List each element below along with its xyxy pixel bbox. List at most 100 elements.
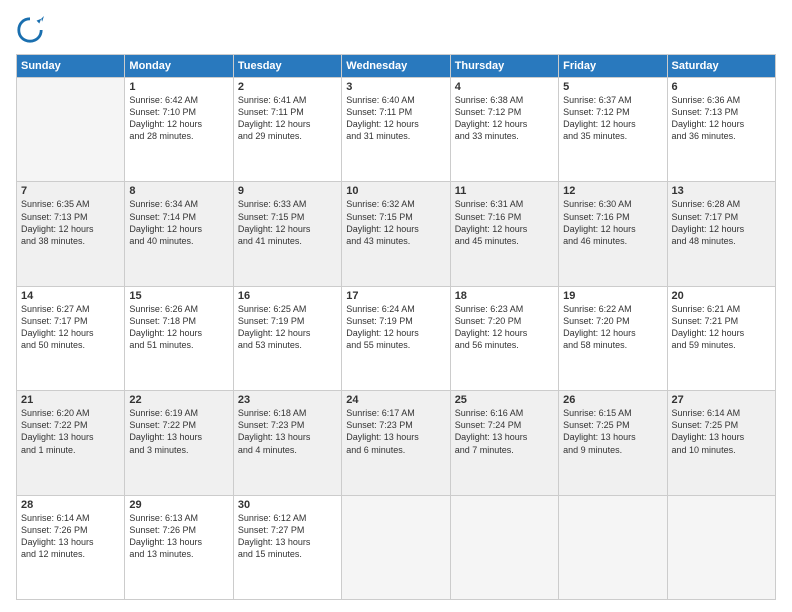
weekday-header-friday: Friday [559, 55, 667, 78]
weekday-header-thursday: Thursday [450, 55, 558, 78]
day-cell: 26Sunrise: 6:15 AM Sunset: 7:25 PM Dayli… [559, 391, 667, 495]
day-cell: 25Sunrise: 6:16 AM Sunset: 7:24 PM Dayli… [450, 391, 558, 495]
day-info: Sunrise: 6:25 AM Sunset: 7:19 PM Dayligh… [238, 303, 337, 352]
day-info: Sunrise: 6:28 AM Sunset: 7:17 PM Dayligh… [672, 198, 771, 247]
day-number: 20 [672, 290, 771, 302]
weekday-header-row: SundayMondayTuesdayWednesdayThursdayFrid… [17, 55, 776, 78]
day-cell: 19Sunrise: 6:22 AM Sunset: 7:20 PM Dayli… [559, 286, 667, 390]
calendar-table: SundayMondayTuesdayWednesdayThursdayFrid… [16, 54, 776, 600]
day-cell: 22Sunrise: 6:19 AM Sunset: 7:22 PM Dayli… [125, 391, 233, 495]
day-cell: 14Sunrise: 6:27 AM Sunset: 7:17 PM Dayli… [17, 286, 125, 390]
day-number: 11 [455, 185, 554, 197]
day-info: Sunrise: 6:36 AM Sunset: 7:13 PM Dayligh… [672, 94, 771, 143]
day-info: Sunrise: 6:14 AM Sunset: 7:25 PM Dayligh… [672, 407, 771, 456]
day-info: Sunrise: 6:18 AM Sunset: 7:23 PM Dayligh… [238, 407, 337, 456]
header [16, 16, 776, 44]
day-number: 23 [238, 394, 337, 406]
day-cell: 9Sunrise: 6:33 AM Sunset: 7:15 PM Daylig… [233, 182, 341, 286]
day-number: 25 [455, 394, 554, 406]
logo-icon [16, 16, 44, 44]
day-cell: 18Sunrise: 6:23 AM Sunset: 7:20 PM Dayli… [450, 286, 558, 390]
day-info: Sunrise: 6:38 AM Sunset: 7:12 PM Dayligh… [455, 94, 554, 143]
day-number: 24 [346, 394, 445, 406]
day-number: 26 [563, 394, 662, 406]
day-number: 15 [129, 290, 228, 302]
day-cell: 3Sunrise: 6:40 AM Sunset: 7:11 PM Daylig… [342, 78, 450, 182]
weekday-header-wednesday: Wednesday [342, 55, 450, 78]
day-info: Sunrise: 6:15 AM Sunset: 7:25 PM Dayligh… [563, 407, 662, 456]
day-number: 5 [563, 81, 662, 93]
day-number: 22 [129, 394, 228, 406]
day-cell [667, 495, 775, 599]
day-number: 16 [238, 290, 337, 302]
day-info: Sunrise: 6:33 AM Sunset: 7:15 PM Dayligh… [238, 198, 337, 247]
day-info: Sunrise: 6:19 AM Sunset: 7:22 PM Dayligh… [129, 407, 228, 456]
logo [16, 16, 50, 44]
day-cell: 29Sunrise: 6:13 AM Sunset: 7:26 PM Dayli… [125, 495, 233, 599]
day-number: 8 [129, 185, 228, 197]
day-number: 30 [238, 499, 337, 511]
day-info: Sunrise: 6:30 AM Sunset: 7:16 PM Dayligh… [563, 198, 662, 247]
day-info: Sunrise: 6:21 AM Sunset: 7:21 PM Dayligh… [672, 303, 771, 352]
day-info: Sunrise: 6:34 AM Sunset: 7:14 PM Dayligh… [129, 198, 228, 247]
week-row-4: 21Sunrise: 6:20 AM Sunset: 7:22 PM Dayli… [17, 391, 776, 495]
day-number: 28 [21, 499, 120, 511]
day-cell: 17Sunrise: 6:24 AM Sunset: 7:19 PM Dayli… [342, 286, 450, 390]
day-cell: 23Sunrise: 6:18 AM Sunset: 7:23 PM Dayli… [233, 391, 341, 495]
day-info: Sunrise: 6:42 AM Sunset: 7:10 PM Dayligh… [129, 94, 228, 143]
day-cell: 12Sunrise: 6:30 AM Sunset: 7:16 PM Dayli… [559, 182, 667, 286]
day-cell: 10Sunrise: 6:32 AM Sunset: 7:15 PM Dayli… [342, 182, 450, 286]
day-cell: 7Sunrise: 6:35 AM Sunset: 7:13 PM Daylig… [17, 182, 125, 286]
weekday-header-saturday: Saturday [667, 55, 775, 78]
day-info: Sunrise: 6:31 AM Sunset: 7:16 PM Dayligh… [455, 198, 554, 247]
day-info: Sunrise: 6:17 AM Sunset: 7:23 PM Dayligh… [346, 407, 445, 456]
day-cell [450, 495, 558, 599]
day-cell: 13Sunrise: 6:28 AM Sunset: 7:17 PM Dayli… [667, 182, 775, 286]
day-info: Sunrise: 6:26 AM Sunset: 7:18 PM Dayligh… [129, 303, 228, 352]
day-cell [559, 495, 667, 599]
day-cell: 8Sunrise: 6:34 AM Sunset: 7:14 PM Daylig… [125, 182, 233, 286]
day-number: 4 [455, 81, 554, 93]
day-cell: 27Sunrise: 6:14 AM Sunset: 7:25 PM Dayli… [667, 391, 775, 495]
day-number: 21 [21, 394, 120, 406]
day-info: Sunrise: 6:40 AM Sunset: 7:11 PM Dayligh… [346, 94, 445, 143]
week-row-2: 7Sunrise: 6:35 AM Sunset: 7:13 PM Daylig… [17, 182, 776, 286]
day-number: 10 [346, 185, 445, 197]
day-cell: 2Sunrise: 6:41 AM Sunset: 7:11 PM Daylig… [233, 78, 341, 182]
day-number: 3 [346, 81, 445, 93]
day-cell: 6Sunrise: 6:36 AM Sunset: 7:13 PM Daylig… [667, 78, 775, 182]
day-number: 6 [672, 81, 771, 93]
day-number: 17 [346, 290, 445, 302]
day-number: 19 [563, 290, 662, 302]
day-info: Sunrise: 6:12 AM Sunset: 7:27 PM Dayligh… [238, 512, 337, 561]
page: SundayMondayTuesdayWednesdayThursdayFrid… [0, 0, 792, 612]
day-cell: 5Sunrise: 6:37 AM Sunset: 7:12 PM Daylig… [559, 78, 667, 182]
day-cell: 24Sunrise: 6:17 AM Sunset: 7:23 PM Dayli… [342, 391, 450, 495]
day-number: 1 [129, 81, 228, 93]
day-info: Sunrise: 6:41 AM Sunset: 7:11 PM Dayligh… [238, 94, 337, 143]
day-number: 29 [129, 499, 228, 511]
day-info: Sunrise: 6:23 AM Sunset: 7:20 PM Dayligh… [455, 303, 554, 352]
weekday-header-tuesday: Tuesday [233, 55, 341, 78]
day-info: Sunrise: 6:20 AM Sunset: 7:22 PM Dayligh… [21, 407, 120, 456]
day-info: Sunrise: 6:13 AM Sunset: 7:26 PM Dayligh… [129, 512, 228, 561]
day-cell: 1Sunrise: 6:42 AM Sunset: 7:10 PM Daylig… [125, 78, 233, 182]
day-cell: 30Sunrise: 6:12 AM Sunset: 7:27 PM Dayli… [233, 495, 341, 599]
day-number: 18 [455, 290, 554, 302]
day-cell: 4Sunrise: 6:38 AM Sunset: 7:12 PM Daylig… [450, 78, 558, 182]
day-cell: 21Sunrise: 6:20 AM Sunset: 7:22 PM Dayli… [17, 391, 125, 495]
day-cell: 15Sunrise: 6:26 AM Sunset: 7:18 PM Dayli… [125, 286, 233, 390]
day-info: Sunrise: 6:22 AM Sunset: 7:20 PM Dayligh… [563, 303, 662, 352]
week-row-3: 14Sunrise: 6:27 AM Sunset: 7:17 PM Dayli… [17, 286, 776, 390]
week-row-5: 28Sunrise: 6:14 AM Sunset: 7:26 PM Dayli… [17, 495, 776, 599]
day-number: 14 [21, 290, 120, 302]
day-number: 9 [238, 185, 337, 197]
day-number: 12 [563, 185, 662, 197]
weekday-header-monday: Monday [125, 55, 233, 78]
day-number: 7 [21, 185, 120, 197]
day-info: Sunrise: 6:27 AM Sunset: 7:17 PM Dayligh… [21, 303, 120, 352]
day-info: Sunrise: 6:32 AM Sunset: 7:15 PM Dayligh… [346, 198, 445, 247]
day-number: 27 [672, 394, 771, 406]
weekday-header-sunday: Sunday [17, 55, 125, 78]
day-number: 13 [672, 185, 771, 197]
